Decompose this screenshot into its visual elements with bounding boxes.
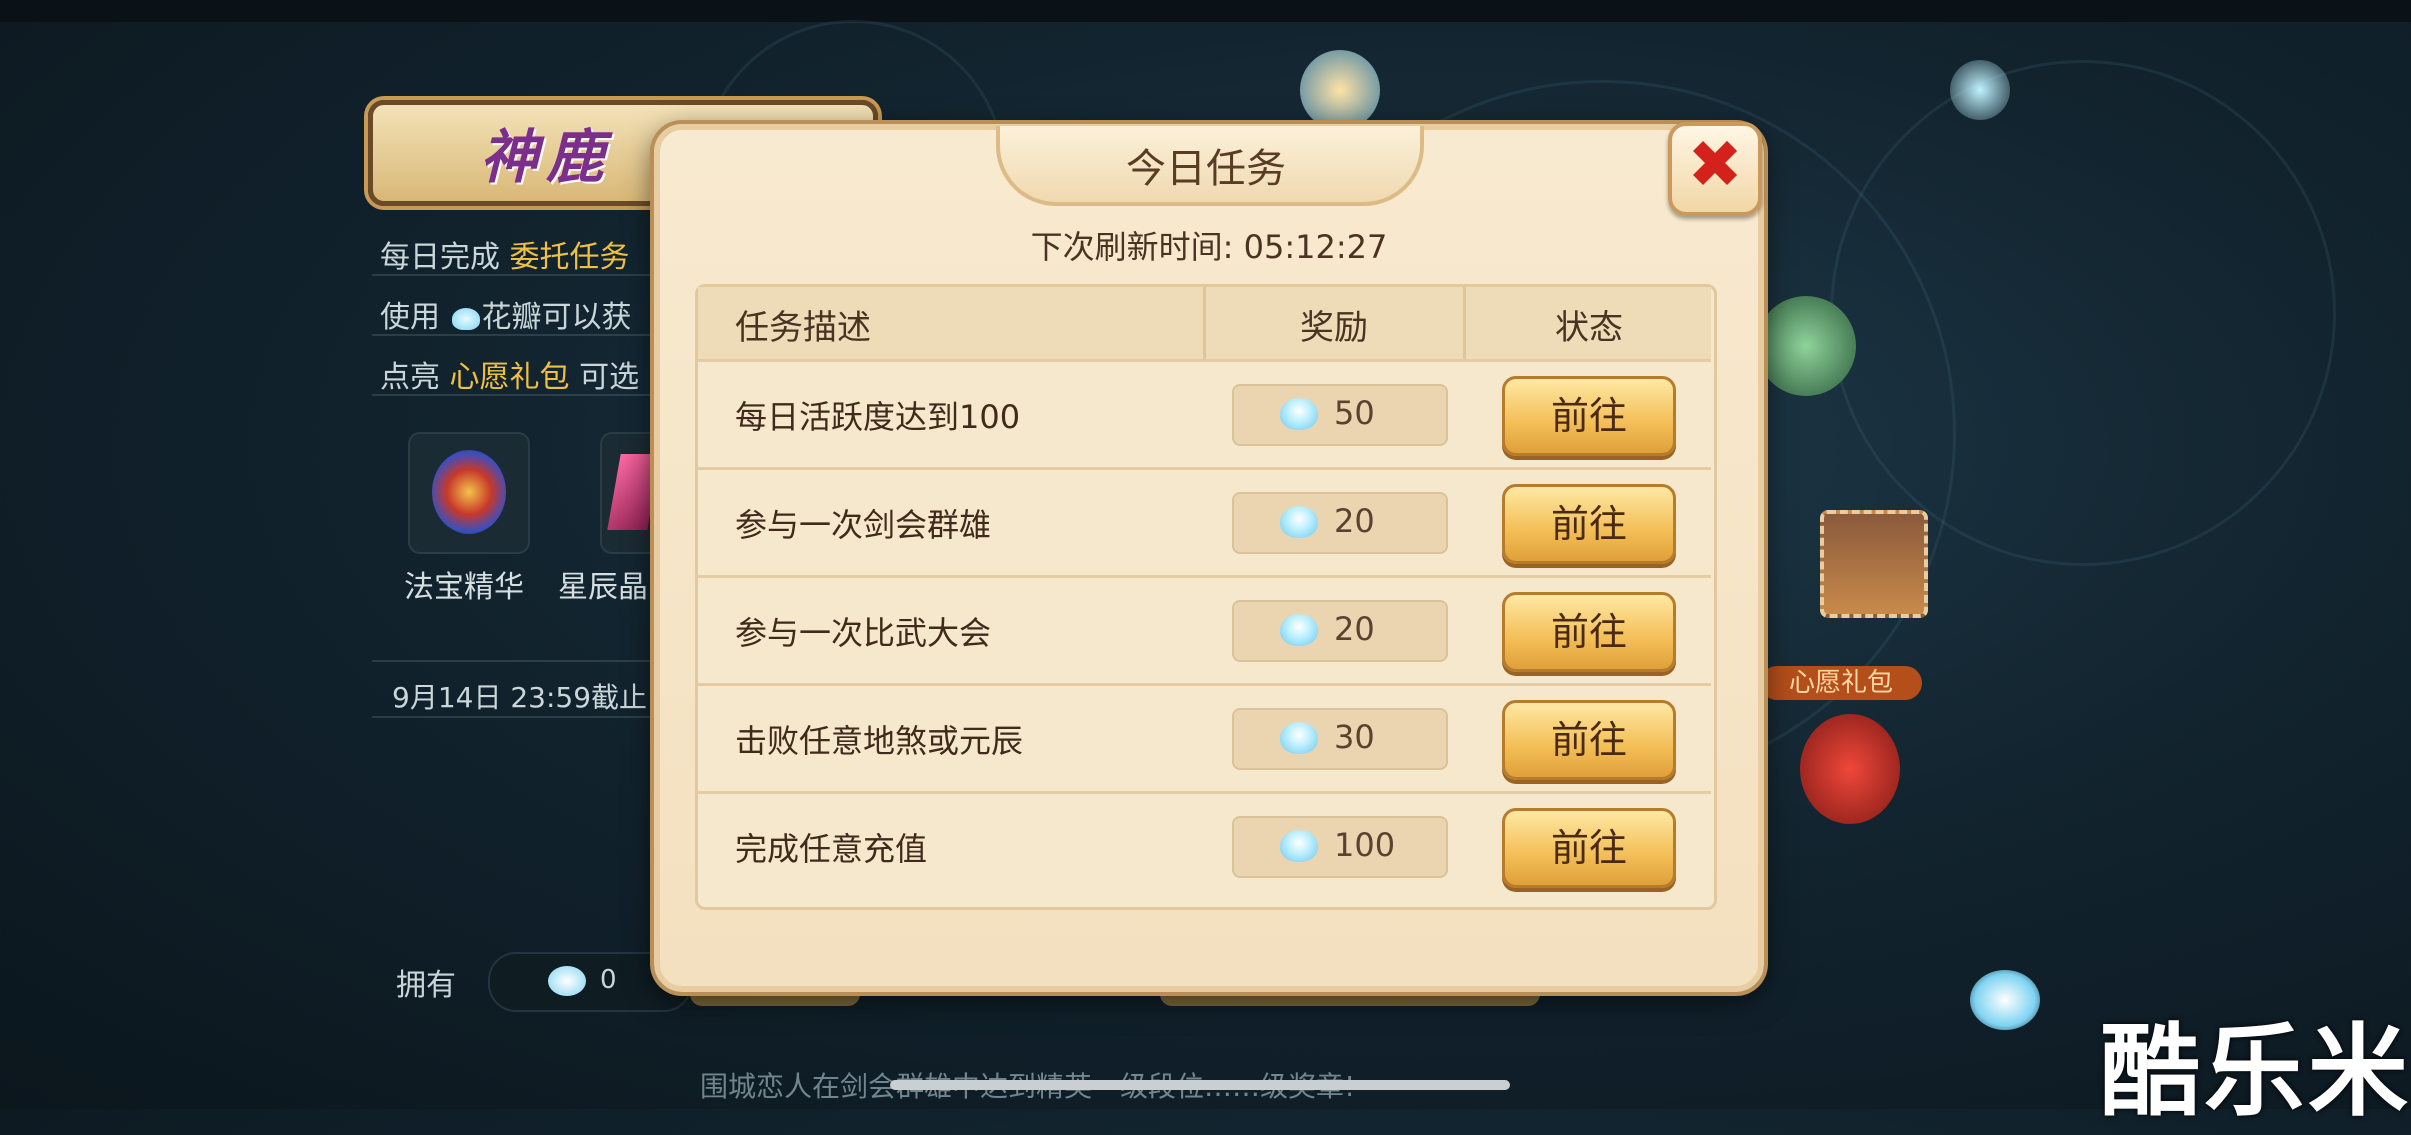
header-reward: 奖励 [1300, 308, 1368, 348]
event-desc-line-2: 使用 花瓣可以获 [380, 300, 632, 335]
task-description: 每日活跃度达到100 [735, 398, 1021, 436]
task-description: 参与一次剑会群雄 [735, 506, 992, 544]
reward-chip: 20 [1232, 492, 1448, 554]
petal-icon [451, 307, 480, 330]
dialog-title: 今日任务 [1126, 146, 1286, 192]
goto-button[interactable]: 前往 [1502, 592, 1676, 672]
item-name-fabao: 法宝精华 [404, 570, 524, 605]
owned-label: 拥有 [396, 968, 456, 1003]
event-desc-line-1: 每日完成 委托任务 [380, 240, 630, 275]
reward-chip: 100 [1232, 816, 1448, 878]
divider [372, 660, 682, 662]
watermark-logo: 酷乐米 [2100, 1013, 2411, 1130]
goto-button[interactable]: 前往 [1502, 808, 1676, 888]
petal-icon [548, 966, 586, 996]
task-description: 完成任意充值 [735, 830, 928, 868]
petal-icon [1280, 398, 1318, 430]
wish-gift-label: 心愿礼包 [1760, 666, 1922, 700]
home-indicator[interactable] [890, 1080, 1510, 1090]
reward-amount: 30 [1334, 718, 1375, 756]
bg-swirl [1830, 60, 2336, 566]
goto-button[interactable]: 前往 [1502, 700, 1676, 780]
task-description: 参与一次比武大会 [735, 614, 992, 652]
header-task: 任务描述 [735, 308, 871, 348]
lotus-stamp-icon[interactable] [1820, 510, 1928, 618]
sparkle-icon [1950, 60, 2010, 120]
reward-chip: 20 [1232, 600, 1448, 662]
jade-icon[interactable] [1756, 296, 1856, 396]
goto-button[interactable]: 前往 [1502, 484, 1676, 564]
crystal-icon [607, 454, 661, 530]
top-bar [0, 0, 2411, 22]
column-divider [1463, 287, 1466, 359]
reward-amount: 50 [1334, 394, 1375, 432]
refresh-timer: 下次刷新时间: 05:12:27 [1030, 228, 1388, 266]
event-deadline: 9月14日 23:59截止 [392, 681, 648, 714]
flower-icon[interactable] [1300, 50, 1380, 130]
reward-chip: 30 [1232, 708, 1448, 770]
divider [372, 334, 682, 336]
close-button[interactable]: ✖ [1668, 122, 1762, 216]
petal-icon [1280, 614, 1318, 646]
close-icon: ✖ [1687, 126, 1743, 203]
reward-amount: 20 [1334, 502, 1375, 540]
item-fabao-essence[interactable] [408, 432, 530, 554]
divider [372, 274, 682, 276]
item-name-crystal: 星辰晶 [558, 570, 648, 605]
goto-button[interactable]: 前往 [1502, 376, 1676, 456]
treasure-icon [432, 450, 506, 534]
owned-count: 0 [600, 965, 617, 995]
header-status: 状态 [1555, 308, 1623, 348]
column-divider [1203, 287, 1206, 359]
event-banner-title: 神鹿 [480, 123, 613, 191]
reward-amount: 100 [1334, 826, 1396, 864]
gift-bag-icon[interactable] [1800, 714, 1900, 824]
petal-icon [1280, 722, 1318, 754]
reward-chip: 50 [1232, 384, 1448, 446]
task-description: 击败任意地煞或元辰 [735, 722, 1024, 760]
petal-icon [1280, 830, 1318, 862]
petal-icon [1280, 506, 1318, 538]
divider [372, 394, 682, 396]
event-desc-line-3: 点亮 心愿礼包 可选 [380, 360, 640, 395]
reward-amount: 20 [1334, 610, 1375, 648]
divider [372, 716, 682, 718]
petal-icon [1970, 970, 2040, 1030]
